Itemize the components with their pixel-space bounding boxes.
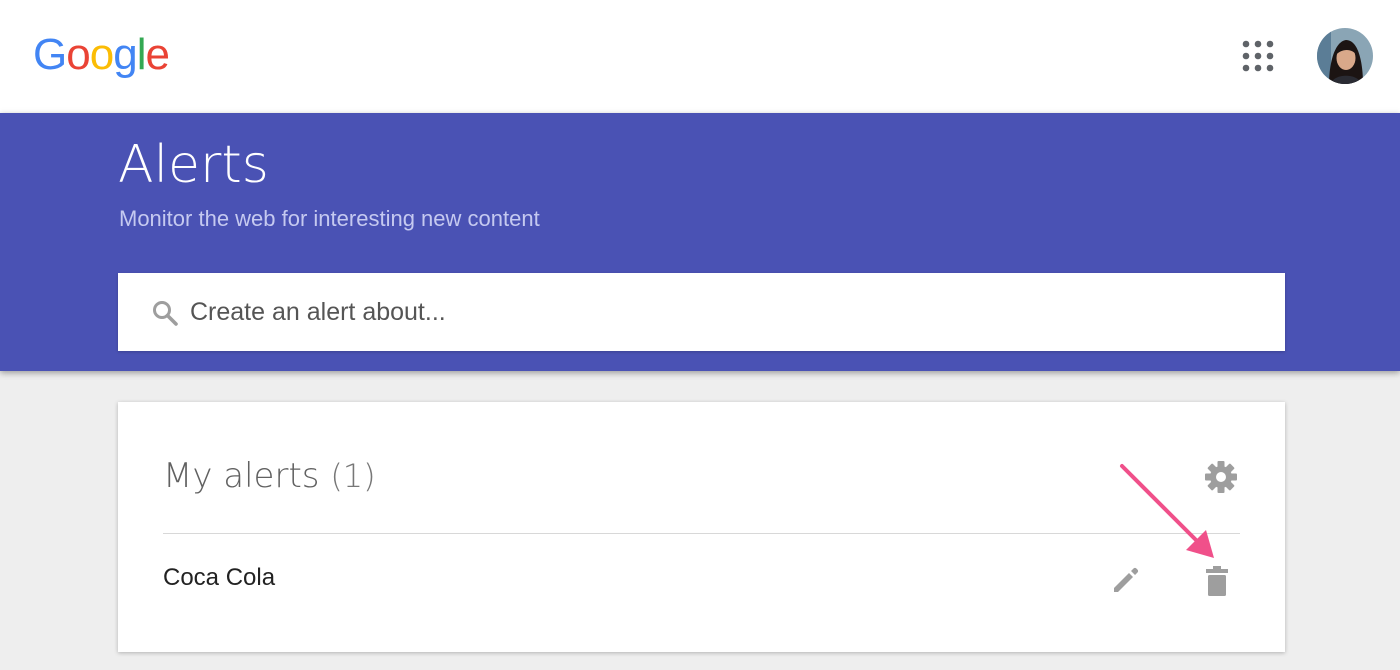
- alerts-count: (1): [330, 457, 376, 495]
- gear-icon[interactable]: [1204, 460, 1238, 494]
- alert-name[interactable]: Coca Cola: [163, 564, 275, 592]
- hero-banner: Alerts Monitor the web for interesting n…: [0, 113, 1400, 371]
- my-alerts-title: My alerts: [163, 456, 320, 496]
- user-avatar[interactable]: [1317, 28, 1373, 84]
- google-logo[interactable]: Google: [33, 30, 170, 80]
- create-alert-input[interactable]: [190, 273, 1270, 351]
- logo-letter: l: [136, 30, 147, 79]
- create-alert-search-box[interactable]: [118, 273, 1285, 351]
- logo-letter: o: [66, 30, 91, 79]
- pencil-icon[interactable]: [1110, 564, 1142, 596]
- my-alerts-heading: My alerts (1): [163, 456, 376, 496]
- alert-row[interactable]: Coca Cola: [163, 542, 1240, 614]
- top-bar: Google: [0, 0, 1400, 113]
- my-alerts-card: My alerts (1) Coca Cola: [118, 402, 1285, 652]
- divider: [163, 533, 1240, 534]
- search-icon: [153, 301, 178, 326]
- page-title: Alerts: [118, 135, 269, 195]
- logo-letter: g: [113, 30, 138, 79]
- apps-grid-icon[interactable]: [1242, 40, 1274, 72]
- logo-letter: e: [145, 30, 170, 79]
- page-subtitle: Monitor the web for interesting new cont…: [119, 206, 540, 231]
- logo-letter: o: [89, 30, 115, 79]
- trash-icon[interactable]: [1202, 564, 1232, 598]
- logo-letter: G: [33, 30, 67, 79]
